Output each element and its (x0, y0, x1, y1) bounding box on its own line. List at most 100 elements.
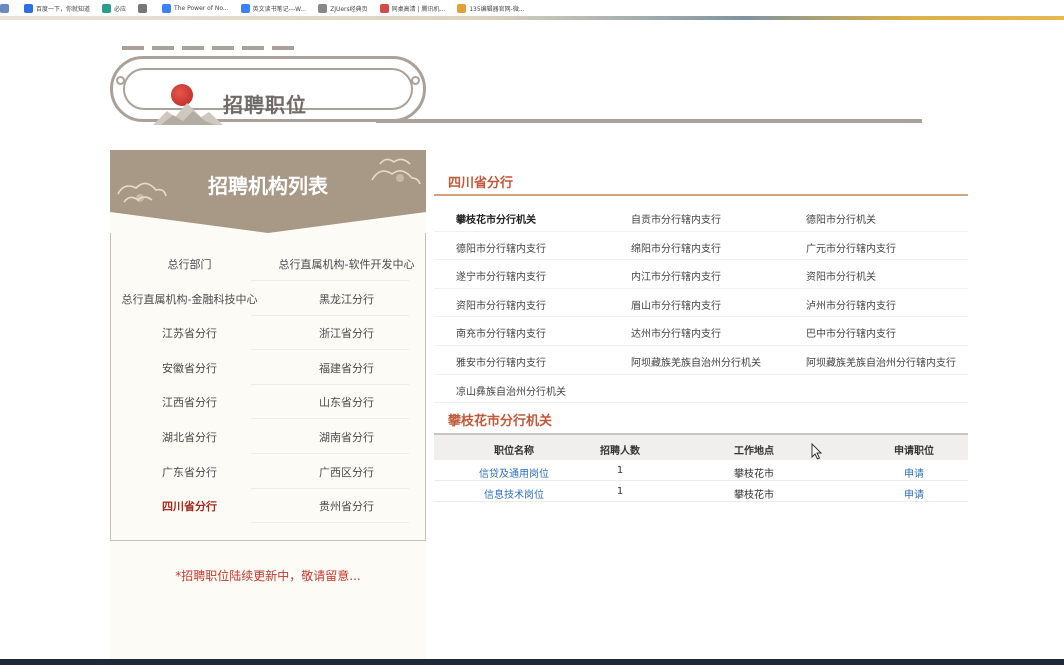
branch-link[interactable]: 南充市分行辖内支行 (456, 325, 546, 340)
globe-icon (0, 3, 9, 13)
frame-ornament-icon (116, 76, 125, 85)
header-apply: 申请职位 (894, 446, 934, 457)
branch-link[interactable]: 资阳市分行机关 (806, 268, 876, 283)
bookmarks-bar: 百度一下，你就知道 必应 The Power of No... 英文读书笔记---W.… (0, 0, 1064, 16)
org-row: 总行直属机构-金融科技中心 黑龙江分行 (111, 282, 425, 316)
org-link[interactable]: 广东省分行 (111, 464, 268, 480)
org-row: 江苏省分行 浙江省分行 (111, 316, 425, 351)
branch-link[interactable]: 雅安市分行辖内支行 (456, 354, 546, 369)
page-icon (162, 3, 172, 13)
branch-row: 凉山彝族自治州分行机关 (434, 375, 968, 404)
header-job-location: 工作地点 (734, 446, 774, 457)
org-link[interactable]: 湖北省分行 (111, 429, 268, 445)
bookmark-label: 百度一下，你就知道 (36, 5, 91, 13)
bookmark-label: 同桌高清 | 腾讯机... (391, 5, 446, 13)
branch-link[interactable]: 德阳市分行机关 (806, 211, 876, 226)
baidu-icon (24, 3, 33, 13)
org-link[interactable]: 黑龙江分行 (268, 291, 425, 307)
bookmark-label: 135编辑器官网-微... (469, 5, 525, 13)
branch-row: 德阳市分行辖内支行 绵阳市分行辖内支行 广元市分行辖内支行 (434, 232, 968, 261)
decorative-dashes (122, 46, 332, 50)
org-link[interactable]: 江西省分行 (111, 394, 268, 410)
branch-row: 雅安市分行辖内支行 阿坝藏族羌族自治州分行机关 阿坝藏族羌族自治州分行辖内支行 (434, 346, 968, 375)
org-link[interactable]: 福建省分行 (268, 360, 425, 376)
branch-link[interactable]: 达州市分行辖内支行 (631, 325, 721, 340)
bookmark-item[interactable]: 百度一下，你就知道 (24, 3, 91, 13)
decorative-banner-strip (0, 16, 1064, 20)
job-count: 1 (616, 465, 624, 476)
frame-ornament-icon (411, 76, 420, 85)
org-link[interactable]: 总行部门 (111, 256, 268, 272)
org-link[interactable]: 山东省分行 (268, 394, 425, 410)
jobs-title: 攀枝花市分行机关 (448, 414, 553, 429)
org-link[interactable]: 广西区分行 (268, 464, 425, 480)
apply-link[interactable]: 申请 (864, 465, 964, 480)
org-row: 总行部门 总行直属机构-软件开发中心 (111, 247, 425, 281)
branch-link[interactable]: 绵阳市分行辖内支行 (631, 240, 721, 255)
branch-grid: 攀枝花市分行机关 自贡市分行辖内支行 德阳市分行机关德阳市分行辖内支行 绵阳市分行辖内… (434, 203, 968, 403)
branch-link[interactable]: 攀枝花市分行机关 (456, 211, 536, 226)
title-frame: 招聘职位 (110, 56, 426, 125)
org-link[interactable]: 安徽省分行 (111, 360, 268, 376)
header-job-name: 职位名称 (494, 446, 534, 457)
apply-link[interactable]: 申请 (864, 486, 964, 501)
branch-link[interactable]: 资阳市分行辖内支行 (456, 297, 546, 312)
branch-link[interactable]: 凉山彝族自治州分行机关 (456, 383, 566, 398)
branch-row: 攀枝花市分行机关 自贡市分行辖内支行 德阳市分行机关 (434, 203, 968, 232)
branch-link[interactable]: 广元市分行辖内支行 (806, 240, 896, 255)
branch-link[interactable]: 阿坝藏族羌族自治州分行辖内支行 (806, 354, 956, 369)
job-location: 攀枝花市 (734, 469, 774, 480)
org-list-title: 招聘机构列表 (208, 174, 329, 198)
branch-link[interactable]: 遂宁市分行辖内支行 (456, 268, 546, 283)
bookmark-label: 英文读书笔记---W... (252, 5, 307, 13)
recruitment-title-banner: 招聘职位 (108, 40, 928, 130)
org-row: 安徽省分行 福建省分行 (111, 351, 425, 385)
bookmark-item[interactable]: 同桌高清 | 腾讯机... (379, 3, 446, 13)
page-icon (240, 3, 250, 13)
org-link[interactable]: 贵州省分行 (268, 498, 425, 514)
org-list-header: 招聘机构列表 (110, 150, 426, 233)
branch-link[interactable]: 眉山市分行辖内支行 (631, 297, 721, 312)
mouse-cursor-icon (811, 443, 823, 460)
branch-link[interactable]: 巴中市分行辖内支行 (806, 325, 896, 340)
jobs-table-header: 职位名称 招聘人数 工作地点 申请职位 (434, 433, 968, 460)
branch-row: 资阳市分行辖内支行 眉山市分行辖内支行 泸州市分行辖内支行 (434, 289, 968, 318)
job-name-link[interactable]: 信贷及通用岗位 (464, 465, 564, 480)
org-link[interactable]: 总行直属机构-金融科技中心 (111, 291, 268, 307)
table-row: 信息技术岗位 1 攀枝花市 申请 (434, 481, 968, 502)
table-row: 信贷及通用岗位 1 攀枝花市 申请 (434, 460, 968, 481)
bookmark-item[interactable]: The Power of No... (162, 3, 229, 13)
org-link[interactable]: 江苏省分行 (111, 325, 268, 341)
jobs-table: 职位名称 招聘人数 工作地点 申请职位 信贷及通用岗位 1 攀枝花市 申请 信息… (434, 433, 968, 502)
job-location: 攀枝花市 (734, 490, 774, 501)
section-title: 四川省分行 (448, 176, 514, 191)
org-link[interactable]: 总行直属机构-软件开发中心 (268, 256, 425, 272)
doc-icon (318, 3, 328, 13)
branch-link[interactable]: 内江市分行辖内支行 (631, 268, 721, 283)
bookmark-item[interactable]: 135编辑器官网-微... (457, 3, 525, 13)
bookmark-item[interactable] (0, 3, 12, 13)
org-row: 四川省分行 贵州省分行 (111, 489, 425, 524)
org-list: 总行部门 总行直属机构-软件开发中心 总行直属机构-金融科技中心 黑龙江分行 江苏省分行… (110, 233, 426, 541)
org-row: 江西省分行 山东省分行 (111, 385, 425, 420)
org-link[interactable]: 浙江省分行 (268, 325, 425, 341)
branch-link[interactable]: 自贡市分行辖内支行 (631, 211, 721, 226)
header-job-count: 招聘人数 (600, 446, 640, 457)
page-icon (457, 3, 467, 13)
job-name-link[interactable]: 信息技术岗位 (464, 486, 564, 501)
bookmark-item[interactable]: ZJUers经典页 (318, 3, 368, 13)
banner-divider (376, 119, 922, 123)
search-icon (138, 3, 148, 13)
bookmark-item[interactable] (138, 3, 150, 13)
bookmark-item[interactable]: 英文读书笔记---W... (240, 3, 307, 13)
bookmark-item[interactable]: 必应 (102, 3, 127, 13)
branch-link[interactable]: 泸州市分行辖内支行 (806, 297, 896, 312)
branch-row: 遂宁市分行辖内支行 内江市分行辖内支行 资阳市分行机关 (434, 260, 968, 289)
branch-link[interactable]: 阿坝藏族羌族自治州分行机关 (631, 354, 761, 369)
org-link[interactable]: 四川省分行 (111, 498, 268, 514)
update-note: *招聘职位陆续更新中，敬请留意... (175, 569, 361, 583)
org-row: 广东省分行 广西区分行 (111, 455, 425, 489)
org-link[interactable]: 湖南省分行 (268, 429, 425, 445)
branch-link[interactable]: 德阳市分行辖内支行 (456, 240, 546, 255)
bookmark-label: 必应 (114, 5, 127, 13)
